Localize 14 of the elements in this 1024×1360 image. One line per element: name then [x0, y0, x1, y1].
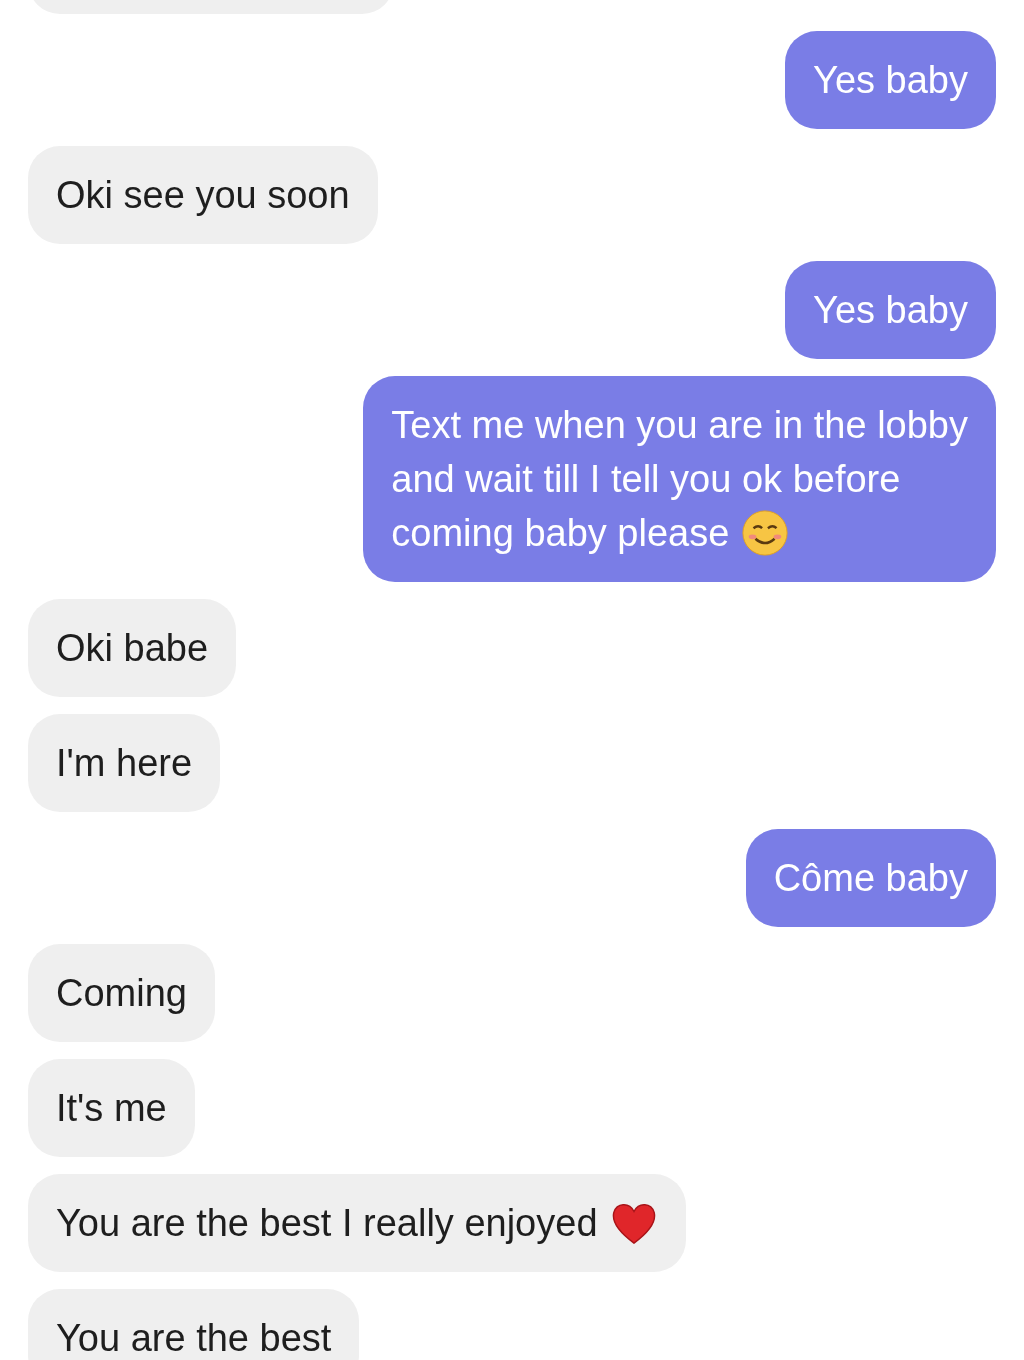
message-text: I'm here — [56, 741, 193, 786]
message-text: You are the best — [56, 1316, 332, 1360]
message-text: Yes baby — [813, 58, 968, 103]
message-text: Coming — [56, 971, 187, 1016]
message-text: It's me — [56, 1086, 167, 1131]
message-text: Oki babe — [56, 626, 209, 671]
message-text: Côme baby — [773, 856, 968, 901]
message-text: and wait till I tell you ok before — [391, 457, 901, 502]
message-text: Yes baby — [813, 288, 968, 333]
message-text: Text me when you are in the lobby — [391, 403, 968, 448]
smiling-face-icon — [741, 509, 790, 557]
message-text: Oki see you soon — [56, 173, 350, 218]
message-text: coming baby please — [391, 511, 730, 556]
message-text: You are the best I really enjoyed — [56, 1201, 598, 1246]
